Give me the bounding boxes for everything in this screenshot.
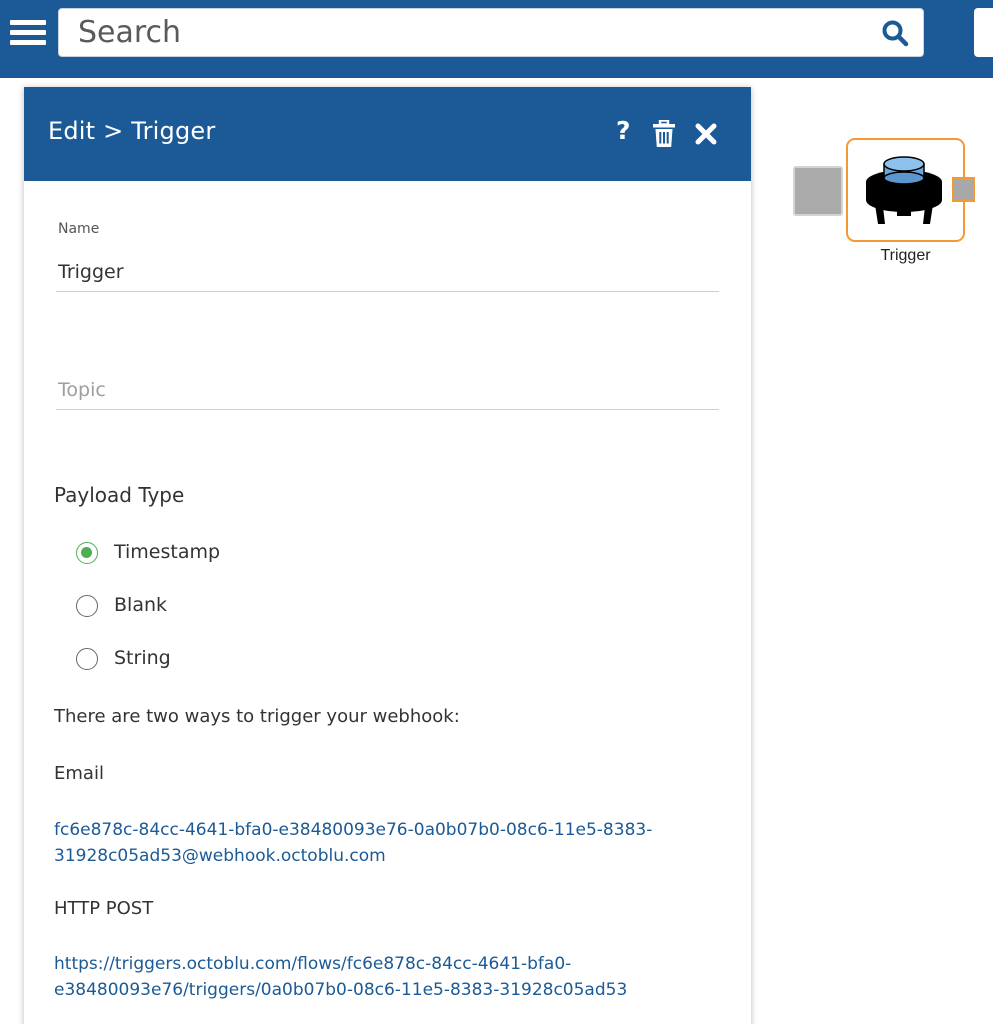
edit-panel: Edit > Trigger ? Name Payload Type Times… <box>24 87 751 1024</box>
close-icon[interactable] <box>694 120 718 148</box>
name-input[interactable] <box>56 252 719 292</box>
webhook-intro-text: There are two ways to trigger your webho… <box>54 706 460 727</box>
radio-label: Blank <box>114 594 168 616</box>
panel-title: Edit > Trigger <box>48 117 216 145</box>
radio-button-checked[interactable] <box>76 542 98 564</box>
webhook-post-url-link[interactable]: https://triggers.octoblu.com/flows/fc6e8… <box>54 951 734 1003</box>
search-input[interactable] <box>59 9 859 56</box>
topic-input[interactable] <box>56 370 719 410</box>
top-bar <box>0 0 993 78</box>
radio-button[interactable] <box>76 648 98 670</box>
panel-header: Edit > Trigger ? <box>24 87 751 181</box>
node-label: Trigger <box>880 247 931 264</box>
name-label: Name <box>58 221 100 237</box>
search-box <box>58 8 924 57</box>
help-icon[interactable]: ? <box>616 118 631 143</box>
account-field[interactable] <box>974 8 993 57</box>
radio-label: String <box>114 647 171 669</box>
http-post-label: HTTP POST <box>54 898 154 919</box>
trigger-button-icon <box>866 156 942 224</box>
search-icon[interactable] <box>881 19 909 47</box>
webhook-email-link[interactable]: fc6e878c-84cc-4641-bfa0-e38480093e76-0a0… <box>54 817 734 869</box>
hamburger-menu-icon[interactable] <box>10 18 46 46</box>
payload-type-heading: Payload Type <box>54 483 185 507</box>
node-output-port[interactable] <box>952 177 975 202</box>
trash-icon[interactable] <box>652 120 676 148</box>
node-input-port[interactable] <box>793 166 843 216</box>
email-label: Email <box>54 763 104 784</box>
trigger-node[interactable] <box>846 138 965 242</box>
radio-label: Timestamp <box>114 541 221 563</box>
radio-button[interactable] <box>76 595 98 617</box>
